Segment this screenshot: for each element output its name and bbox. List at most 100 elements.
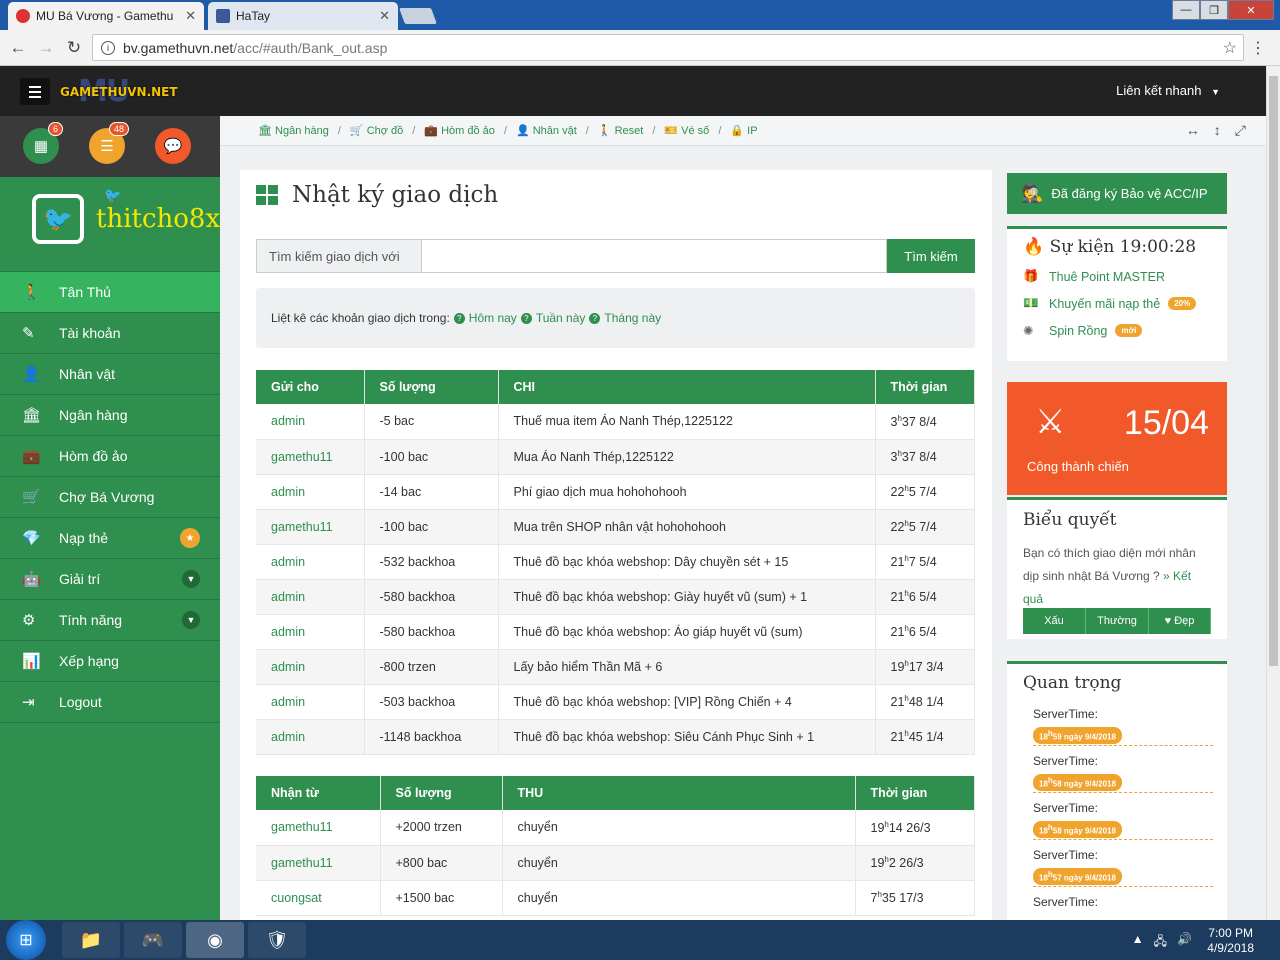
servertime-list: ServerTime: 18h59 ngày 9/4/2018 ServerTi… <box>1007 699 1227 934</box>
vertical-scrollbar[interactable] <box>1266 66 1280 920</box>
close-tab-icon[interactable]: ✕ <box>379 8 390 24</box>
chrome-icon[interactable]: ◉ <box>186 922 244 958</box>
party-cell[interactable]: gamethu11 <box>256 810 381 846</box>
search-button[interactable]: Tìm kiếm <box>887 239 975 273</box>
close-window-icon[interactable]: ✕ <box>1228 0 1274 20</box>
event-tag: 20% <box>1168 297 1197 310</box>
hamburger-menu-icon[interactable] <box>20 78 50 105</box>
messages-badge: 48 <box>108 122 129 136</box>
sidebar-item-tai-khoan[interactable]: ✎ Tài khoản <box>0 313 220 354</box>
browser-menu-icon[interactable]: ⋮ <box>1250 38 1266 58</box>
close-tab-icon[interactable]: ✕ <box>185 8 196 24</box>
volume-icon[interactable]: 🔊 <box>1177 932 1192 953</box>
amount-cell: -100 bac <box>364 509 499 545</box>
vote-good-button[interactable]: ♥ Đẹp <box>1149 608 1211 634</box>
sidebar-item-logout[interactable]: ⇥ Logout <box>0 682 220 723</box>
reload-icon[interactable]: ↻ <box>60 38 88 58</box>
party-cell[interactable]: admin <box>256 649 365 685</box>
maximize-icon[interactable]: ❐ <box>1200 0 1228 20</box>
breadcrumb-ve-so[interactable]: Vé số <box>681 125 709 137</box>
party-cell[interactable]: cuongsat <box>256 880 381 916</box>
bookmark-star-icon[interactable]: ☆ <box>1223 38 1237 58</box>
breadcrumb-cho-do[interactable]: Chợ đồ <box>367 125 404 137</box>
breadcrumb: 🏛 Ngân hàng / 🛒 Chợ đồ / 💼 Hòm đồ ảo / 👤 Nh… <box>220 116 1266 146</box>
desc-cell: Phí giao dịch mua hohohohooh <box>498 474 876 510</box>
desc-cell: chuyển <box>502 810 856 846</box>
party-cell[interactable]: admin <box>256 684 365 720</box>
sidebar-item-giai-tri[interactable]: 🤖 Giải trí ▼ <box>0 559 220 600</box>
party-cell[interactable]: admin <box>256 579 365 615</box>
expand-horizontal-icon[interactable]: ↔ <box>1186 122 1200 139</box>
party-cell[interactable]: admin <box>256 474 365 510</box>
event-item[interactable]: 🎁 Thuê Point MASTER <box>1023 269 1227 284</box>
sidebar-item-ngan-hang[interactable]: 🏛 Ngân hàng <box>0 395 220 436</box>
sidebar-item-hom-do-ao[interactable]: 💼 Hòm đồ ảo <box>0 436 220 477</box>
minimize-icon[interactable]: — <box>1172 0 1200 20</box>
protect-banner[interactable]: 🕵 Đã đăng ký Bảo vệ ACC/IP <box>1007 173 1227 214</box>
new-tab-button[interactable] <box>399 8 437 24</box>
desc-cell: Thuê đồ bạc khóa webshop: [VIP] Rồng Chi… <box>498 684 876 720</box>
sidebar-item-nhan-vat[interactable]: 👤 Nhân vật <box>0 354 220 395</box>
network-icon[interactable]: 🖧 <box>1154 932 1167 953</box>
edit-icon: ✎ <box>22 325 35 342</box>
tray-arrow-icon[interactable]: ▲ <box>1132 932 1144 953</box>
taskbar-clock[interactable]: 7:00 PM 4/9/2018 <box>1207 926 1254 956</box>
star-icon: ★ <box>180 528 200 548</box>
desc-cell: chuyển <box>502 880 856 916</box>
party-cell[interactable]: gamethu11 <box>256 439 365 475</box>
scrollbar-thumb[interactable] <box>1269 76 1278 666</box>
chevron-down-icon[interactable]: ▼ <box>182 611 200 629</box>
important-title: Quan trọng <box>1023 673 1122 693</box>
forward-icon[interactable]: → <box>32 38 60 58</box>
vote-normal-button[interactable]: Thường <box>1086 608 1149 634</box>
sidebar-item-xep-hang[interactable]: 📊 Xếp hạng <box>0 641 220 682</box>
expand-vertical-icon[interactable]: ↕ <box>1214 122 1221 139</box>
page-header: Nhật ký giao dịch <box>256 182 498 208</box>
browser-tab-mu[interactable]: MU Bá Vương - Gamethu ✕ <box>8 2 204 30</box>
sidebar-item-nap-the[interactable]: 💎 Nạp thẻ ★ <box>0 518 220 559</box>
breadcrumb-hom-do-ao[interactable]: Hòm đồ ảo <box>441 125 495 137</box>
party-cell[interactable]: admin <box>256 614 365 650</box>
quick-links-dropdown[interactable]: Liên kết nhanh ▼ <box>1116 83 1220 98</box>
party-cell[interactable]: gamethu11 <box>256 845 381 881</box>
mu-game-icon[interactable]: 🛡 <box>248 922 306 958</box>
breadcrumb-nhan-vat[interactable]: Nhân vật <box>533 125 577 137</box>
breadcrumb-reset[interactable]: Reset <box>615 125 644 137</box>
url-field[interactable]: i bv.gamethuvn.net /acc/#auth/Bank_out.a… <box>92 34 1244 61</box>
site-logo[interactable]: MU GAMETHUVN.NET <box>60 74 180 109</box>
party-cell[interactable]: gamethu11 <box>256 509 365 545</box>
chat-button[interactable]: 💬 <box>155 128 191 164</box>
sidebar-item-cho-ba-vuong[interactable]: 🛒 Chợ Bá Vương <box>0 477 220 518</box>
filter-month-link[interactable]: Tháng này <box>604 311 661 325</box>
search-input[interactable] <box>422 239 887 273</box>
filter-today-link[interactable]: Hôm nay <box>469 311 517 325</box>
browser-tab-hatay[interactable]: HaTay ✕ <box>208 2 398 30</box>
party-cell[interactable]: admin <box>256 404 365 440</box>
username: thitcho8x <box>96 204 221 234</box>
chevron-down-icon[interactable]: ▼ <box>182 570 200 588</box>
event-item[interactable]: 💵 Khuyến mãi nạp thẻ 20% <box>1023 296 1227 311</box>
table-row: cuongsat +1500 bac chuyển 7h35 17/3 <box>256 880 975 916</box>
breadcrumb-ip[interactable]: IP <box>747 125 757 137</box>
site-header: MU GAMETHUVN.NET Liên kết nhanh ▼ <box>0 66 1266 116</box>
sidebar-item-tan-thu[interactable]: 🚶 Tân Thủ <box>0 272 220 313</box>
fullscreen-icon[interactable]: ⤢ <box>1235 122 1246 139</box>
start-button[interactable]: ⊞ <box>6 920 46 960</box>
col-thu: THU <box>502 776 856 810</box>
back-icon[interactable]: ← <box>4 38 32 58</box>
calendar-button[interactable]: ▦ 6 <box>23 122 63 164</box>
twitter-small-icon: 🐦 <box>104 187 122 203</box>
party-cell[interactable]: admin <box>256 719 365 755</box>
breadcrumb-ngan-hang[interactable]: Ngân hàng <box>275 125 329 137</box>
messages-button[interactable]: ☰ 48 <box>89 122 129 164</box>
amount-cell: -580 backhoa <box>364 614 499 650</box>
file-explorer-icon[interactable]: 📁 <box>62 922 120 958</box>
sidebar-item-tinh-nang[interactable]: ⚙ Tính năng ▼ <box>0 600 220 641</box>
castle-siege-card[interactable]: ⚔ 15/04 Công thành chiến <box>1007 382 1227 495</box>
party-cell[interactable]: admin <box>256 544 365 580</box>
event-item[interactable]: ✺ Spin Rồng mới <box>1023 323 1227 338</box>
game-app-icon[interactable]: 🎮 <box>124 922 182 958</box>
desc-cell: Thuê đồ bạc khóa webshop: Dây chuyền sét… <box>498 544 876 580</box>
filter-week-link[interactable]: Tuần này <box>536 311 586 325</box>
vote-bad-button[interactable]: Xấu <box>1023 608 1086 634</box>
